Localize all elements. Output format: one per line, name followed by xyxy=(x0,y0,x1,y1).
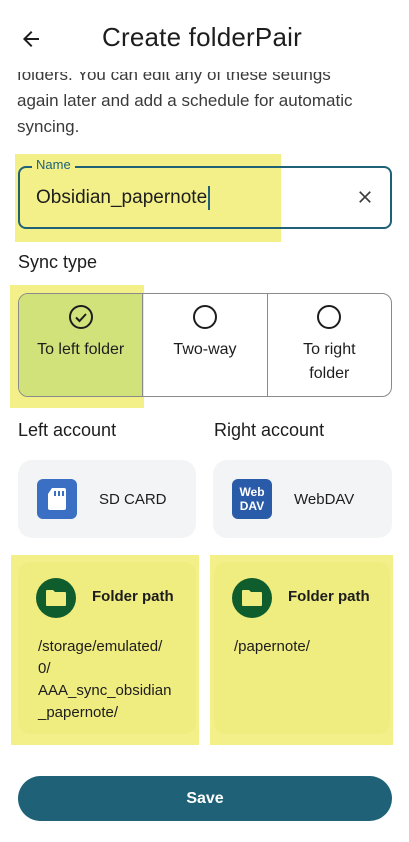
radio-empty-icon xyxy=(192,305,217,329)
name-field-label: Name xyxy=(32,157,75,172)
webdav-icon-line2: DAV xyxy=(239,499,265,513)
sd-card-icon xyxy=(37,479,77,519)
right-folder-title: Folder path xyxy=(288,588,370,605)
left-account-name: SD CARD xyxy=(99,490,167,508)
right-account-card[interactable]: Web DAV WebDAV xyxy=(213,460,392,538)
text-caret xyxy=(208,186,211,210)
left-folder-path: /storage/emulated/ 0/ AAA_sync_obsidian … xyxy=(38,636,171,724)
clear-name-button[interactable] xyxy=(350,182,380,212)
sync-option-to-right[interactable]: To right folder xyxy=(268,294,391,396)
path-line: AAA_sync_obsidian xyxy=(38,682,172,699)
check-circle-icon xyxy=(68,305,93,329)
radio-empty-icon xyxy=(317,305,342,329)
path-line: /storage/emulated/ xyxy=(38,638,163,655)
right-folder-path: /papernote/ xyxy=(234,638,310,655)
left-account-card[interactable]: SD CARD xyxy=(18,460,196,538)
intro-line: syncing. xyxy=(17,117,80,136)
back-button[interactable] xyxy=(14,22,48,56)
sync-option-two-way[interactable]: Two-way xyxy=(143,294,268,396)
sync-type-selector: To left folder Two-way To right folder xyxy=(18,293,392,397)
sync-option-label-line2: folder xyxy=(309,365,350,382)
webdav-icon: Web DAV xyxy=(232,479,272,519)
folder-icon xyxy=(36,578,76,618)
intro-text: folders. You can edit any of these setti… xyxy=(17,62,392,142)
right-account-name: WebDAV xyxy=(294,490,355,508)
arrow-left-icon xyxy=(23,31,39,47)
sync-option-label: To right xyxy=(303,341,356,358)
right-folder-card[interactable]: Folder path /papernote/ xyxy=(214,562,390,734)
save-button[interactable]: Save xyxy=(18,776,392,821)
top-app-bar: Create folderPair xyxy=(0,0,409,72)
folder-icon xyxy=(232,578,272,618)
sync-option-label: To left folder xyxy=(37,341,125,358)
sync-type-label: Sync type xyxy=(18,252,98,272)
name-field-value-wrap[interactable]: Obsidian_papernote xyxy=(36,186,211,210)
left-folder-card[interactable]: Folder path /storage/emulated/ 0/ AAA_sy… xyxy=(18,562,196,734)
name-field-value[interactable]: Obsidian_papernote xyxy=(36,187,207,209)
webdav-icon-line1: Web xyxy=(239,485,265,499)
path-line: _papernote/ xyxy=(38,704,119,721)
left-folder-title: Folder path xyxy=(92,588,174,605)
left-account-label: Left account xyxy=(18,420,117,440)
path-line: 0/ xyxy=(38,660,51,677)
intro-line: again later and add a schedule for autom… xyxy=(17,91,353,110)
sync-option-label: Two-way xyxy=(173,341,237,358)
page-title: Create folderPair xyxy=(102,22,302,52)
sync-option-to-left[interactable]: To left folder xyxy=(19,294,144,396)
close-icon xyxy=(359,191,371,203)
right-account-label: Right account xyxy=(214,420,325,440)
